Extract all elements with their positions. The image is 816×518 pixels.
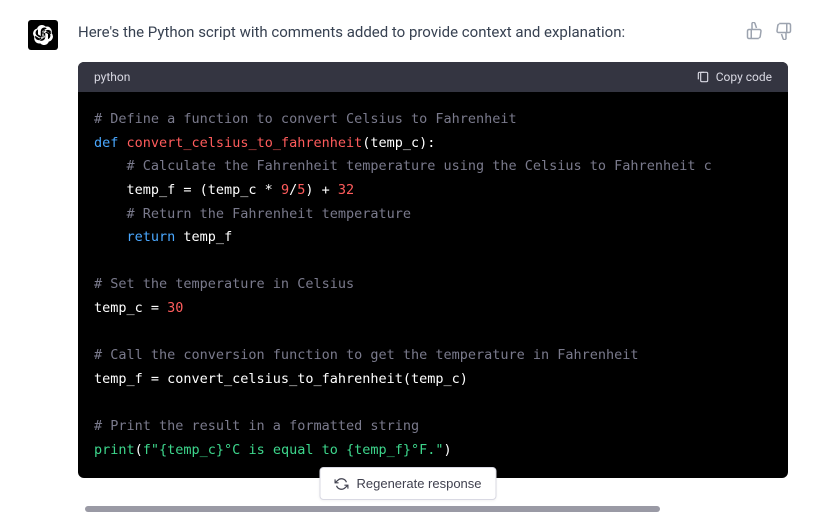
code-line: # Return the Fahrenheit temperature (127, 206, 411, 222)
thumbs-up-icon[interactable] (746, 22, 764, 40)
code-language-label: python (94, 70, 130, 84)
thumbs-down-icon[interactable] (774, 22, 792, 40)
code-token: (temp_c): (362, 135, 435, 151)
code-line: # Define a function to convert Celsius t… (94, 111, 517, 127)
code-token: convert_celsius_to_fahrenheit (127, 135, 363, 151)
code-line: # Call the conversion function to get th… (94, 347, 639, 363)
code-line: # Calculate the Fahrenheit temperature u… (127, 158, 712, 174)
assistant-message: Here's the Python script with comments a… (0, 0, 816, 478)
copy-code-button[interactable]: Copy code (696, 70, 772, 84)
code-content[interactable]: # Define a function to convert Celsius t… (78, 92, 788, 478)
message-body: Here's the Python script with comments a… (78, 20, 788, 478)
code-token: 30 (167, 300, 183, 316)
feedback-buttons (746, 22, 792, 40)
code-token: ( (135, 442, 143, 458)
code-token: ) + (305, 182, 338, 198)
code-token: print (94, 442, 135, 458)
code-token: temp_f = (temp_c * (127, 182, 281, 198)
code-token: temp_f (175, 229, 232, 245)
code-token: 32 (338, 182, 354, 198)
horizontal-scrollbar[interactable] (85, 506, 786, 512)
openai-logo-icon (33, 25, 53, 45)
refresh-icon (334, 477, 348, 491)
code-block: python Copy code # Define a function to … (78, 62, 788, 478)
code-token: / (289, 182, 297, 198)
code-token: 9 (281, 182, 289, 198)
code-line: temp_f = convert_celsius_to_fahrenheit(t… (94, 371, 468, 387)
code-token: f"{temp_c}°C is equal to {temp_f}°F." (143, 442, 444, 458)
assistant-avatar (28, 20, 58, 50)
regenerate-button[interactable]: Regenerate response (319, 467, 496, 500)
code-token: ) (444, 442, 452, 458)
code-line: # Set the temperature in Celsius (94, 276, 354, 292)
clipboard-icon (696, 70, 710, 84)
scrollbar-thumb[interactable] (85, 506, 660, 512)
code-token: temp_c = (94, 300, 167, 316)
copy-label: Copy code (716, 70, 772, 84)
code-line: # Print the result in a formatted string (94, 418, 419, 434)
intro-text: Here's the Python script with comments a… (78, 20, 788, 44)
code-token: def (94, 135, 118, 151)
code-token: return (127, 229, 176, 245)
regenerate-label: Regenerate response (356, 476, 481, 491)
code-header: python Copy code (78, 62, 788, 92)
